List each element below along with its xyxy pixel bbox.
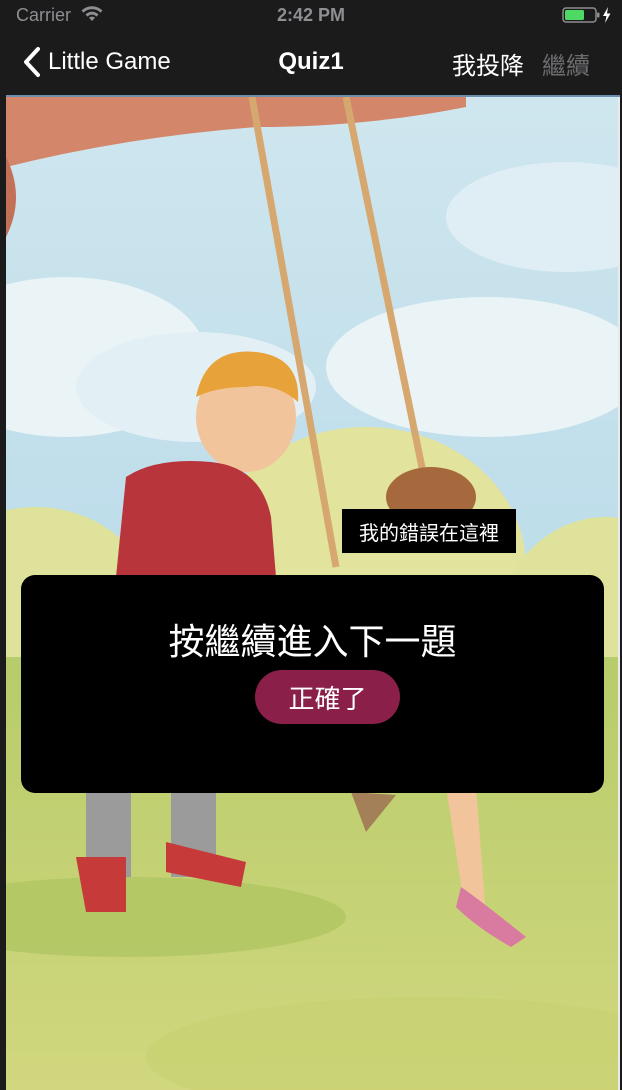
result-dialog: 按繼續進入下一題 正確了 (21, 575, 604, 793)
battery-charging-icon (562, 7, 611, 23)
status-time: 2:42 PM (276, 5, 346, 25)
app-screen: Carrier 2:42 PM Little Game Quiz1 我投降 繼續 (0, 0, 622, 1090)
continue-button[interactable]: 繼續 (542, 46, 590, 81)
surrender-button[interactable]: 我投降 (452, 46, 524, 81)
correct-badge: 正確了 (255, 670, 400, 724)
error-marker-label[interactable]: 我的錯誤在這裡 (342, 509, 516, 553)
dialog-message: 按繼續進入下一題 (168, 622, 457, 663)
navigation-bar: Little Game Quiz1 我投降 繼續 (0, 30, 622, 95)
status-bar: Carrier 2:42 PM (0, 0, 622, 30)
nav-actions: 我投降 繼續 (452, 46, 590, 81)
